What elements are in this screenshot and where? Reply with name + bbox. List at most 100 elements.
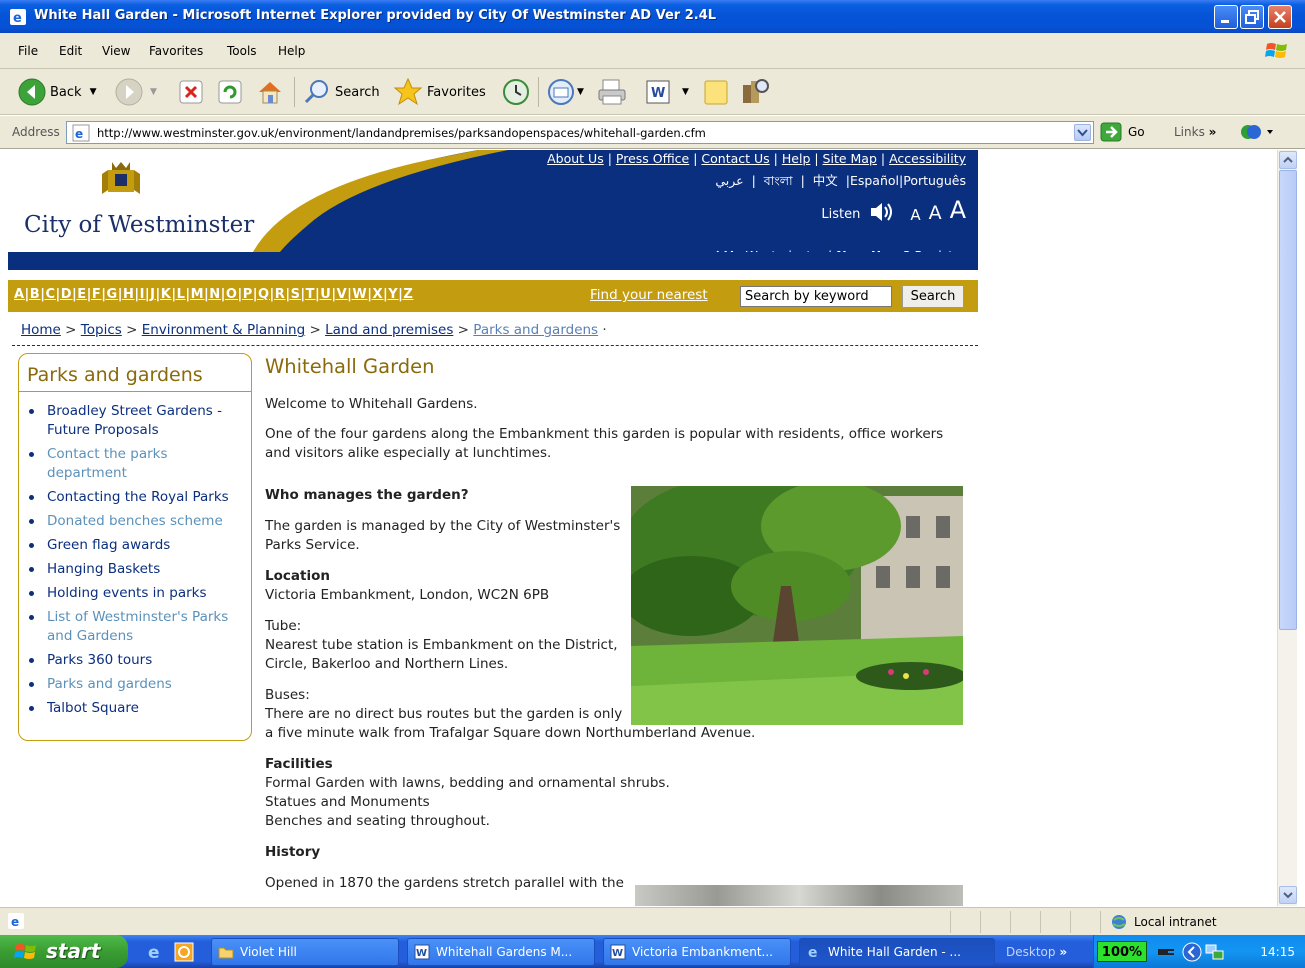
- lang-espanol-link[interactable]: Español: [850, 173, 899, 188]
- breadcrumb: Home > Topics > Environment & Planning >…: [21, 322, 607, 338]
- task-violet-hill[interactable]: Violet Hill: [211, 938, 399, 966]
- task-whitehall-word[interactable]: W Whitehall Gardens M...: [407, 938, 595, 966]
- lang-arabic-link[interactable]: عربي: [715, 173, 743, 188]
- scroll-down-button[interactable]: [1279, 886, 1297, 904]
- messenger-icon[interactable]: [1240, 122, 1274, 142]
- speaker-icon[interactable]: [868, 200, 896, 224]
- page-icon: e: [72, 124, 90, 142]
- nav-item[interactable]: Donated benches scheme: [29, 512, 251, 531]
- intranet-globe-icon: [1112, 915, 1126, 929]
- back-circle-icon[interactable]: [1182, 942, 1202, 962]
- mail-button[interactable]: ▼: [547, 77, 584, 107]
- minimize-button[interactable]: [1214, 5, 1238, 29]
- listen-link[interactable]: Listen: [821, 207, 860, 222]
- forward-button[interactable]: ▼: [114, 77, 157, 107]
- power-plug-icon[interactable]: [1156, 944, 1176, 960]
- contact-us-link[interactable]: Contact Us: [701, 151, 769, 166]
- intro-text: One of the four gardens along the Embank…: [265, 426, 944, 461]
- menu-favorites[interactable]: Favorites: [149, 44, 203, 58]
- help-link[interactable]: Help: [782, 151, 811, 166]
- refresh-button[interactable]: [217, 77, 243, 107]
- nav-item[interactable]: Holding events in parks: [29, 584, 251, 603]
- breadcrumb-parks[interactable]: Parks and gardens: [473, 322, 598, 338]
- scroll-up-button[interactable]: [1279, 151, 1297, 169]
- go-button[interactable]: Go: [1100, 122, 1145, 142]
- discuss-button[interactable]: [703, 77, 729, 107]
- history-photo: [635, 885, 963, 906]
- status-bar: e Local intranet: [0, 907, 1305, 935]
- stop-button[interactable]: [178, 77, 204, 107]
- restore-button[interactable]: [1240, 5, 1264, 29]
- nav-item[interactable]: Broadley Street Gardens - Future Proposa…: [29, 402, 251, 440]
- close-button[interactable]: [1268, 5, 1292, 29]
- keyword-search-input[interactable]: [740, 286, 892, 307]
- site-map-link[interactable]: Site Map: [823, 151, 877, 166]
- back-button[interactable]: Back ▼: [18, 77, 96, 107]
- research-button[interactable]: [740, 77, 770, 107]
- desktop-toolbar[interactable]: Desktop »: [1006, 945, 1067, 959]
- nav-item[interactable]: Parks 360 tours: [29, 651, 251, 670]
- site-search-button[interactable]: Search: [902, 285, 964, 308]
- folder-icon: [218, 947, 234, 959]
- az-index-links[interactable]: A|B|C|D|E|F|G|H|I|J|K|L|M|N|O|P|Q|R|S|T|…: [14, 287, 413, 302]
- lang-chinese-link[interactable]: 中文: [813, 173, 838, 188]
- press-office-link[interactable]: Press Office: [616, 151, 689, 166]
- breadcrumb-environment[interactable]: Environment & Planning: [142, 322, 305, 338]
- address-dropdown-button[interactable]: [1074, 124, 1091, 141]
- menu-file[interactable]: File: [18, 44, 38, 58]
- nav-item[interactable]: List of Westminster's Parks and Gardens: [29, 608, 251, 646]
- about-us-link[interactable]: About Us: [547, 151, 604, 166]
- address-input[interactable]: e http://www.westminster.gov.uk/environm…: [66, 121, 1094, 144]
- nav-item[interactable]: Parks and gardens: [29, 675, 251, 694]
- task-white-hall-ie[interactable]: e White Hall Garden - ...: [799, 938, 995, 966]
- section-nav: Parks and gardens Broadley Street Garden…: [18, 353, 252, 741]
- breadcrumb-land[interactable]: Land and premises: [325, 322, 453, 338]
- accessibility-link[interactable]: Accessibility: [889, 151, 966, 166]
- text-size-small-link[interactable]: A: [910, 206, 920, 224]
- nav-item[interactable]: Talbot Square: [29, 699, 251, 718]
- forward-dropdown-icon[interactable]: ▼: [150, 87, 157, 97]
- scroll-thumb[interactable]: [1279, 170, 1297, 630]
- home-button[interactable]: [256, 77, 284, 107]
- lang-bengali-link[interactable]: বাংলা: [764, 173, 793, 188]
- print-button[interactable]: [597, 77, 627, 107]
- forward-arrow-icon: [115, 78, 143, 106]
- text-size-medium-link[interactable]: A: [929, 202, 942, 224]
- menu-edit[interactable]: Edit: [59, 44, 82, 58]
- network-icon[interactable]: [1204, 942, 1226, 962]
- back-dropdown-icon[interactable]: ▼: [90, 87, 97, 97]
- task-victoria-word[interactable]: W Victoria Embankment...: [603, 938, 791, 966]
- lang-portugues-link[interactable]: Português: [903, 173, 966, 188]
- nav-item[interactable]: Contacting the Royal Parks: [29, 488, 251, 507]
- history-button[interactable]: [501, 77, 531, 107]
- edit-button[interactable]: W ▼: [646, 77, 689, 107]
- outlook-quicklaunch-icon[interactable]: [174, 942, 194, 962]
- links-button[interactable]: Links »: [1174, 125, 1216, 139]
- breadcrumb-home[interactable]: Home: [21, 322, 61, 338]
- vertical-scrollbar[interactable]: [1277, 150, 1297, 906]
- search-icon: [304, 80, 328, 104]
- favorites-button[interactable]: Favorites: [393, 77, 486, 107]
- breadcrumb-topics[interactable]: Topics: [81, 322, 122, 338]
- language-links: عربي | বাংলা | 中文 |Español|Português: [715, 173, 966, 188]
- nav-item[interactable]: Contact the parks department: [29, 445, 251, 483]
- text-size-large-link[interactable]: A: [950, 196, 966, 224]
- chevron-down-icon: [1077, 129, 1088, 137]
- search-button[interactable]: Search: [303, 77, 380, 107]
- menu-view[interactable]: View: [102, 44, 130, 58]
- edit-dropdown-icon[interactable]: ▼: [682, 87, 689, 97]
- svg-text:W: W: [651, 86, 665, 101]
- listen-tools: Listen A A A: [821, 196, 966, 224]
- title-bar[interactable]: e White Hall Garden - Microsoft Internet…: [0, 0, 1305, 33]
- start-button[interactable]: start: [0, 935, 128, 968]
- mail-dropdown-icon[interactable]: ▼: [577, 87, 584, 97]
- nav-item[interactable]: Hanging Baskets: [29, 560, 251, 579]
- nav-item[interactable]: Green flag awards: [29, 536, 251, 555]
- ie-quicklaunch-icon[interactable]: e: [146, 943, 166, 961]
- section-nav-title: Parks and gardens: [19, 354, 251, 392]
- svg-text:W: W: [416, 948, 427, 959]
- find-your-nearest-link[interactable]: Find your nearest: [590, 287, 708, 303]
- zoom-indicator[interactable]: 100%: [1097, 941, 1147, 962]
- menu-tools[interactable]: Tools: [227, 44, 257, 58]
- menu-help[interactable]: Help: [278, 44, 305, 58]
